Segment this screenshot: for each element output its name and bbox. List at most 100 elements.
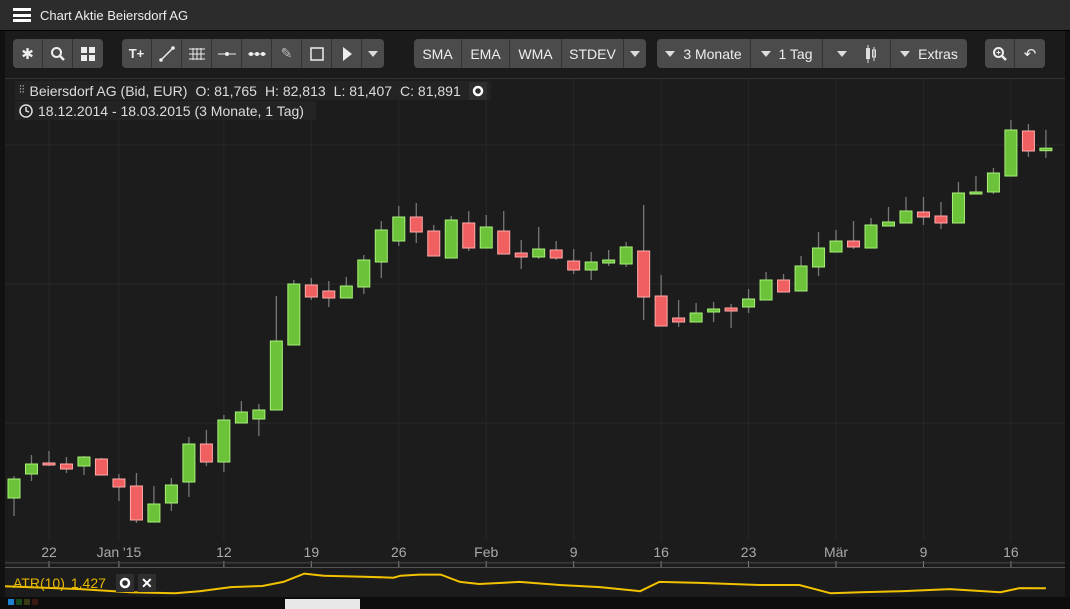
- candle-up[interactable]: [252, 409, 266, 420]
- candle-up[interactable]: [479, 226, 493, 249]
- candle-up[interactable]: [339, 285, 353, 299]
- candle-down[interactable]: [724, 307, 738, 312]
- candle-up[interactable]: [951, 192, 965, 224]
- indicator-dropdown[interactable]: [624, 39, 646, 68]
- drawing-tools-dropdown[interactable]: [362, 39, 384, 68]
- candle-down[interactable]: [497, 230, 511, 255]
- candle-up[interactable]: [829, 240, 843, 253]
- candle-down[interactable]: [549, 249, 563, 259]
- period-dropdown[interactable]: 3 Monate: [657, 39, 751, 68]
- drawing-tools-group: T+ ✎: [122, 39, 384, 68]
- pencil-tool-button[interactable]: ✎: [272, 39, 302, 68]
- candle-up[interactable]: [77, 456, 91, 467]
- candle-up[interactable]: [24, 463, 38, 475]
- candle-down[interactable]: [462, 222, 476, 249]
- candle-down[interactable]: [777, 279, 791, 293]
- search-button[interactable]: [43, 39, 73, 68]
- candle-up[interactable]: [689, 312, 703, 323]
- stdev-button[interactable]: STDEV: [562, 39, 624, 68]
- candle-down[interactable]: [637, 250, 651, 298]
- chart-type-dropdown[interactable]: [823, 39, 891, 68]
- candle-down[interactable]: [654, 295, 668, 327]
- candle-down[interactable]: [409, 216, 423, 233]
- candle-up[interactable]: [986, 172, 1000, 193]
- candle-down[interactable]: [199, 443, 213, 463]
- candle-down[interactable]: [567, 260, 581, 271]
- zoom-group: ↶: [985, 39, 1045, 68]
- swatch-olive[interactable]: [24, 599, 30, 605]
- swatch-blue[interactable]: [8, 599, 14, 605]
- candle-up[interactable]: [182, 443, 196, 483]
- candle-up[interactable]: [899, 210, 913, 224]
- candle-up[interactable]: [602, 259, 616, 264]
- price-chart[interactable]: 22 Jan '15 12 19 26 Feb 9 16 23 Mär 9 16 ⫶⫶ Beiersd…: [5, 79, 1065, 567]
- wma-button[interactable]: WMA: [510, 39, 562, 68]
- horizontal-ray-tool-button[interactable]: [242, 39, 272, 68]
- candle-down[interactable]: [934, 215, 948, 224]
- candle-down[interactable]: [847, 240, 861, 248]
- settings-button[interactable]: ✱: [13, 39, 43, 68]
- candle-up[interactable]: [794, 265, 808, 292]
- candle-up[interactable]: [217, 419, 231, 463]
- ema-button[interactable]: EMA: [462, 39, 510, 68]
- layout-grid-icon: [81, 46, 95, 61]
- candle-up[interactable]: [164, 484, 178, 504]
- layout-button[interactable]: [73, 39, 103, 68]
- scrollbar-thumb[interactable]: [285, 599, 360, 609]
- candle-up[interactable]: [357, 259, 371, 288]
- atr-settings-button[interactable]: [115, 574, 134, 592]
- trendline-tool-button[interactable]: [152, 39, 182, 68]
- candle-up[interactable]: [287, 283, 301, 346]
- rectangle-tool-button[interactable]: [302, 39, 332, 68]
- candle-up[interactable]: [864, 224, 878, 249]
- candle-up[interactable]: [584, 261, 598, 271]
- candle-up[interactable]: [532, 248, 546, 258]
- interval-label: 1 Tag: [778, 45, 813, 62]
- zoom-button[interactable]: [985, 39, 1015, 68]
- candle-down[interactable]: [1021, 130, 1035, 152]
- interval-dropdown[interactable]: 1 Tag: [751, 39, 823, 68]
- candle-up[interactable]: [392, 216, 406, 242]
- undo-button[interactable]: ↶: [1015, 39, 1045, 68]
- candle-down[interactable]: [112, 478, 126, 488]
- candle-down[interactable]: [916, 211, 930, 218]
- candle-down[interactable]: [94, 458, 108, 476]
- x-tick-label: Mär: [824, 544, 848, 560]
- candle-up[interactable]: [619, 246, 633, 265]
- candle-up[interactable]: [147, 503, 161, 523]
- candle-down[interactable]: [322, 290, 336, 299]
- candle-down[interactable]: [672, 317, 686, 323]
- candle-up[interactable]: [759, 279, 773, 301]
- open-value: O: 81,765: [195, 82, 257, 99]
- sma-button[interactable]: SMA: [414, 39, 462, 68]
- candle-up[interactable]: [969, 191, 983, 195]
- candle-up[interactable]: [374, 229, 388, 263]
- arrow-tool-button[interactable]: [332, 39, 362, 68]
- atr-panel[interactable]: ATR(10) 1,427 ✕: [5, 567, 1065, 597]
- candle-up[interactable]: [882, 221, 895, 227]
- instrument-settings-button[interactable]: [468, 81, 487, 100]
- horizontal-line-tool-button[interactable]: [212, 39, 242, 68]
- swatch-brown[interactable]: [32, 599, 38, 605]
- candle-up[interactable]: [742, 298, 756, 308]
- candle-up[interactable]: [234, 411, 248, 424]
- candle-down[interactable]: [514, 252, 528, 258]
- candle-down[interactable]: [427, 230, 441, 257]
- candle-up[interactable]: [269, 340, 283, 411]
- candle-down[interactable]: [59, 463, 73, 470]
- candle-up[interactable]: [444, 219, 458, 259]
- candle-up[interactable]: [7, 478, 21, 499]
- candle-up[interactable]: [812, 247, 826, 268]
- candle-down[interactable]: [42, 462, 56, 466]
- candle-down[interactable]: [304, 284, 318, 298]
- candle-up[interactable]: [1039, 147, 1053, 152]
- fibonacci-tool-button[interactable]: [182, 39, 212, 68]
- candle-up[interactable]: [707, 308, 721, 313]
- atr-remove-button[interactable]: ✕: [137, 574, 156, 592]
- candle-down[interactable]: [129, 485, 143, 521]
- candle-up[interactable]: [1004, 129, 1018, 177]
- menu-icon[interactable]: [13, 8, 31, 22]
- extras-dropdown[interactable]: Extras: [891, 39, 967, 68]
- swatch-green[interactable]: [16, 599, 22, 605]
- text-tool-button[interactable]: T+: [122, 39, 152, 68]
